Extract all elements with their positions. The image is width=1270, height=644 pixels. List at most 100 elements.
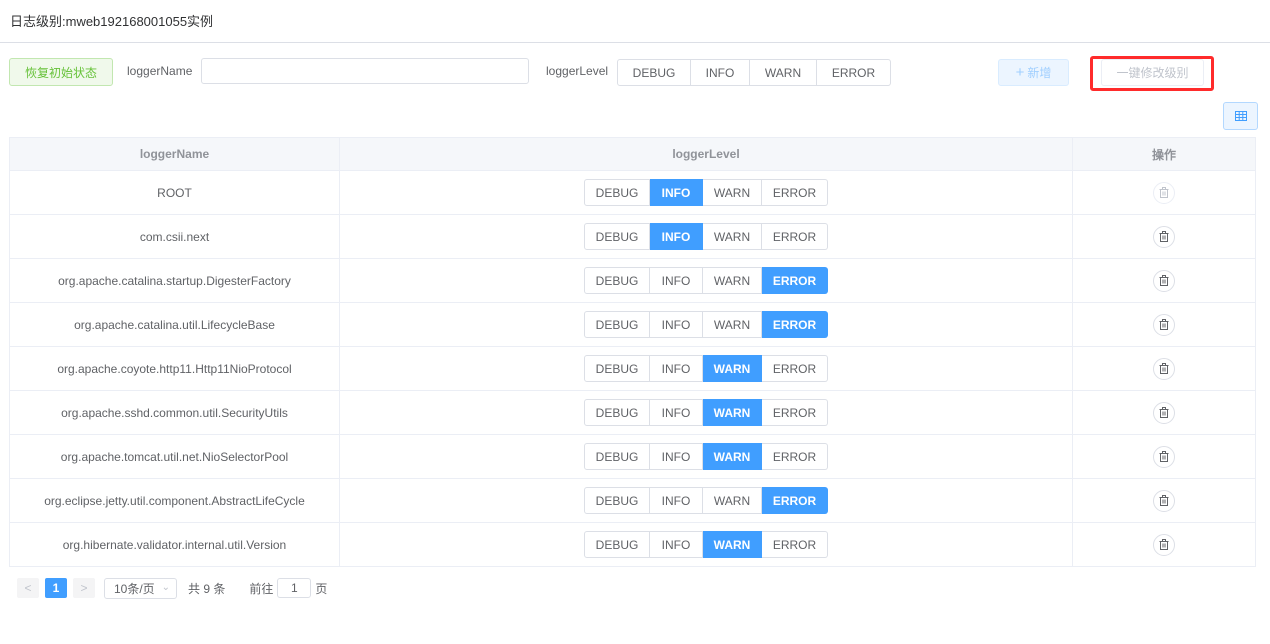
logger-name-cell: ROOT xyxy=(10,171,340,214)
level-filter-error[interactable]: ERROR xyxy=(817,59,891,86)
level-radio-group: DEBUG INFO WARN ERROR xyxy=(584,487,828,514)
level-option-info[interactable]: INFO xyxy=(650,487,703,514)
table-body: ROOT DEBUG INFO WARN ERROR com.csii.next DEBUG… xyxy=(10,171,1255,567)
table-row: org.apache.catalina.util.LifecycleBase DE… xyxy=(10,303,1255,347)
table-row: org.apache.catalina.startup.DigesterFact… xyxy=(10,259,1255,303)
delete-button[interactable] xyxy=(1153,357,1175,380)
actions-cell xyxy=(1073,347,1255,390)
level-option-warn[interactable]: WARN xyxy=(703,311,762,338)
level-option-debug[interactable]: DEBUG xyxy=(584,267,650,294)
trash-icon xyxy=(1159,407,1169,418)
delete-button[interactable] xyxy=(1153,445,1175,468)
add-button-label: 新增 xyxy=(1027,66,1052,80)
actions-cell xyxy=(1073,303,1255,346)
delete-button[interactable] xyxy=(1153,269,1175,292)
actions-cell xyxy=(1073,171,1255,214)
level-option-error[interactable]: ERROR xyxy=(762,223,828,250)
level-option-info[interactable]: INFO xyxy=(650,443,703,470)
add-logger-button[interactable]: + 新增 xyxy=(998,59,1069,86)
delete-button[interactable] xyxy=(1153,225,1175,248)
level-option-error[interactable]: ERROR xyxy=(762,443,828,470)
logger-level-cell: DEBUG INFO WARN ERROR xyxy=(340,347,1073,390)
level-filter-warn[interactable]: WARN xyxy=(750,59,817,86)
level-option-warn[interactable]: WARN xyxy=(703,443,762,470)
level-option-error[interactable]: ERROR xyxy=(762,179,828,206)
level-option-error[interactable]: ERROR xyxy=(762,267,828,294)
logger-name-cell: org.apache.sshd.common.util.SecurityUtil… xyxy=(10,391,340,434)
trash-icon xyxy=(1159,231,1169,242)
level-option-warn[interactable]: WARN xyxy=(703,223,762,250)
level-option-info[interactable]: INFO xyxy=(650,223,703,250)
logger-name-cell: org.apache.tomcat.util.net.NioSelectorPo… xyxy=(10,435,340,478)
actions-cell xyxy=(1073,215,1255,258)
goto-page-input[interactable] xyxy=(277,578,312,598)
logger-name-input[interactable] xyxy=(201,58,529,84)
total-count: 共 9 条 xyxy=(188,581,226,596)
plus-icon: + xyxy=(1015,64,1025,81)
batch-change-level-button[interactable]: 一键修改级别 xyxy=(1101,59,1204,86)
logger-level-cell: DEBUG INFO WARN ERROR xyxy=(340,523,1073,566)
level-option-error[interactable]: ERROR xyxy=(762,311,828,338)
level-option-error[interactable]: ERROR xyxy=(762,355,828,382)
logger-level-cell: DEBUG INFO WARN ERROR xyxy=(340,171,1073,214)
level-option-error[interactable]: ERROR xyxy=(762,487,828,514)
level-option-debug[interactable]: DEBUG xyxy=(584,355,650,382)
level-option-debug[interactable]: DEBUG xyxy=(584,531,650,558)
level-option-warn[interactable]: WARN xyxy=(703,399,762,426)
level-option-debug[interactable]: DEBUG xyxy=(584,399,650,426)
table-row: ROOT DEBUG INFO WARN ERROR xyxy=(10,171,1255,215)
grid-icon xyxy=(1234,111,1247,121)
level-option-warn[interactable]: WARN xyxy=(703,267,762,294)
page-title: 日志级别:mweb192168001055实例 xyxy=(10,14,214,29)
level-filter-info[interactable]: INFO xyxy=(691,59,750,86)
column-toggle-button[interactable] xyxy=(1223,102,1258,130)
logger-level-cell: DEBUG INFO WARN ERROR xyxy=(340,479,1073,522)
restore-initial-button[interactable]: 恢复初始状态 xyxy=(9,58,113,86)
level-option-warn[interactable]: WARN xyxy=(703,487,762,514)
column-header-logger-name: loggerName xyxy=(10,138,340,170)
delete-button[interactable] xyxy=(1153,489,1175,512)
delete-button[interactable] xyxy=(1153,401,1175,424)
logger-table: loggerName loggerLevel 操作 ROOT DEBUG INFO W… xyxy=(9,137,1256,567)
toolbar: 恢复初始状态 loggerName loggerLevel DEBUG INFO… xyxy=(0,56,1270,91)
next-page-button[interactable]: > xyxy=(73,578,95,598)
delete-button xyxy=(1153,181,1175,204)
prev-page-button[interactable]: < xyxy=(17,578,39,598)
level-option-warn[interactable]: WARN xyxy=(703,531,762,558)
level-option-info[interactable]: INFO xyxy=(650,531,703,558)
trash-icon xyxy=(1159,187,1169,198)
delete-button[interactable] xyxy=(1153,533,1175,556)
level-option-info[interactable]: INFO xyxy=(650,355,703,382)
goto-label: 前往 xyxy=(249,581,274,596)
actions-cell xyxy=(1073,479,1255,522)
level-option-debug[interactable]: DEBUG xyxy=(584,443,650,470)
level-option-error[interactable]: ERROR xyxy=(762,399,828,426)
page-number-current[interactable]: 1 xyxy=(45,578,67,598)
level-option-info[interactable]: INFO xyxy=(650,399,703,426)
level-filter-debug[interactable]: DEBUG xyxy=(617,59,691,86)
level-option-info[interactable]: INFO xyxy=(650,179,703,206)
level-radio-group: DEBUG INFO WARN ERROR xyxy=(584,267,828,294)
level-option-debug[interactable]: DEBUG xyxy=(584,311,650,338)
level-option-debug[interactable]: DEBUG xyxy=(584,223,650,250)
logger-name-cell: org.apache.catalina.startup.DigesterFact… xyxy=(10,259,340,302)
level-radio-group: DEBUG INFO WARN ERROR xyxy=(584,531,828,558)
level-option-warn[interactable]: WARN xyxy=(703,179,762,206)
level-option-error[interactable]: ERROR xyxy=(762,531,828,558)
actions-cell xyxy=(1073,435,1255,478)
logger-level-cell: DEBUG INFO WARN ERROR xyxy=(340,215,1073,258)
level-radio-group: DEBUG INFO WARN ERROR xyxy=(584,355,828,382)
page-size-select[interactable]: 10条/页 ⌄ xyxy=(104,577,177,599)
level-option-debug[interactable]: DEBUG xyxy=(584,487,650,514)
trash-icon xyxy=(1159,275,1169,286)
logger-name-cell: org.hibernate.validator.internal.util.Ve… xyxy=(10,523,340,566)
level-option-info[interactable]: INFO xyxy=(650,311,703,338)
level-option-debug[interactable]: DEBUG xyxy=(584,179,650,206)
table-row: org.apache.coyote.http11.Http11NioProtoc… xyxy=(10,347,1255,391)
column-header-actions: 操作 xyxy=(1151,147,1176,162)
logger-name-cell: org.apache.catalina.util.LifecycleBase xyxy=(10,303,340,346)
delete-button[interactable] xyxy=(1153,313,1175,336)
level-option-info[interactable]: INFO xyxy=(650,267,703,294)
level-option-warn[interactable]: WARN xyxy=(703,355,762,382)
table-row: org.apache.sshd.common.util.SecurityUtil… xyxy=(10,391,1255,435)
